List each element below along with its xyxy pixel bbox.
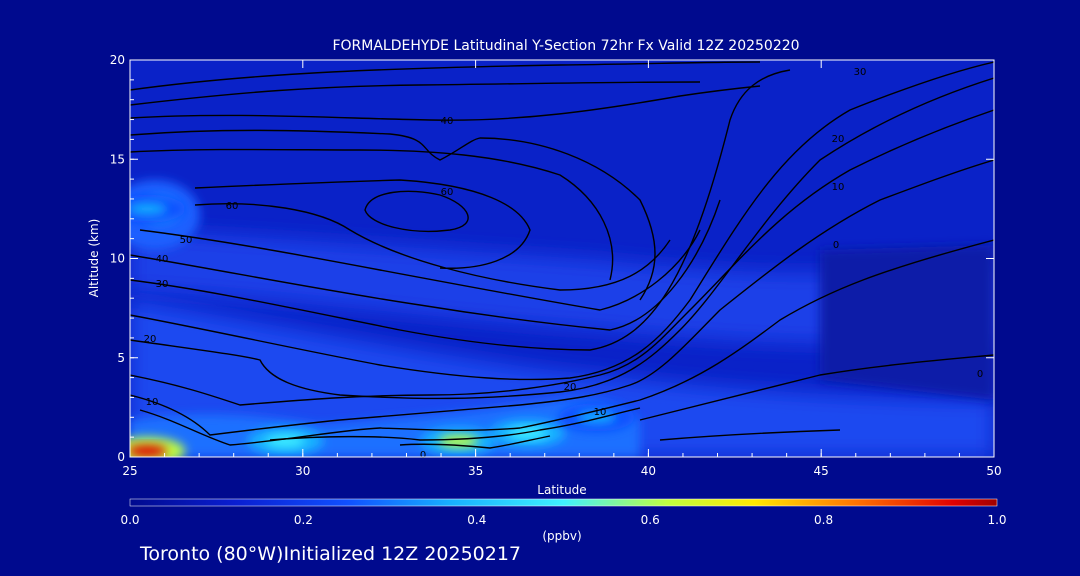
chart-title: FORMALDEHYDE Latitudinal Y-Section 72hr … — [332, 38, 799, 54]
contour-label: 0 — [977, 369, 983, 380]
contour-label: 0 — [833, 240, 839, 251]
hotspot — [130, 445, 168, 457]
y-tick-label: 20 — [110, 53, 125, 67]
colorbar-tick-label: 0.2 — [294, 513, 313, 527]
x-tick-label: 35 — [468, 464, 483, 478]
contour-label: 40 — [441, 116, 454, 127]
contour-label: 60 — [441, 187, 454, 198]
y-tick-label: 10 — [110, 252, 125, 266]
x-tick-label: 30 — [295, 464, 310, 478]
hotspot — [130, 202, 168, 215]
colorbar-tick-label: 0.0 — [120, 513, 139, 527]
contour-label: 20 — [564, 382, 577, 393]
contour-label: 60 — [226, 201, 239, 212]
colorbar-tick-label: 1.0 — [987, 513, 1006, 527]
colorbar-label: (ppbv) — [542, 529, 581, 543]
y-tick-label: 5 — [117, 351, 125, 365]
colorbar-tick-label: 0.6 — [641, 513, 660, 527]
y-tick-label: 15 — [110, 152, 125, 166]
colorbar — [129, 498, 998, 507]
contour-label: 10 — [832, 182, 845, 193]
colorbar-tick-label: 0.8 — [814, 513, 833, 527]
y-tick-label: 0 — [117, 450, 125, 464]
contour-label: 10 — [594, 407, 607, 418]
chart-canvas: 40 60 60 50 40 30 20 10 20 10 0 30 20 10… — [87, 38, 1007, 543]
colorbar-tick-label: 0.4 — [467, 513, 486, 527]
contour-label: 10 — [146, 397, 159, 408]
contour-label: 0 — [420, 450, 426, 461]
x-tick-label: 25 — [122, 464, 137, 478]
contour-label: 30 — [156, 279, 169, 290]
contour-label: 20 — [832, 134, 845, 145]
contour-label: 50 — [180, 235, 193, 246]
x-tick-label: 50 — [986, 464, 1001, 478]
x-tick-label: 40 — [641, 464, 656, 478]
contour-label: 40 — [156, 254, 169, 265]
x-tick-label: 45 — [814, 464, 829, 478]
contour-label: 20 — [144, 334, 157, 345]
x-axis-label: Latitude — [537, 483, 586, 497]
colorbar-ticks: 0.0 0.2 0.4 0.6 0.8 1.0 — [120, 513, 1006, 527]
y-axis-label: Altitude (km) — [87, 219, 101, 298]
contour-label: 30 — [854, 67, 867, 78]
footer-text: Toronto (80°W)Initialized 12Z 20250217 — [140, 543, 522, 565]
